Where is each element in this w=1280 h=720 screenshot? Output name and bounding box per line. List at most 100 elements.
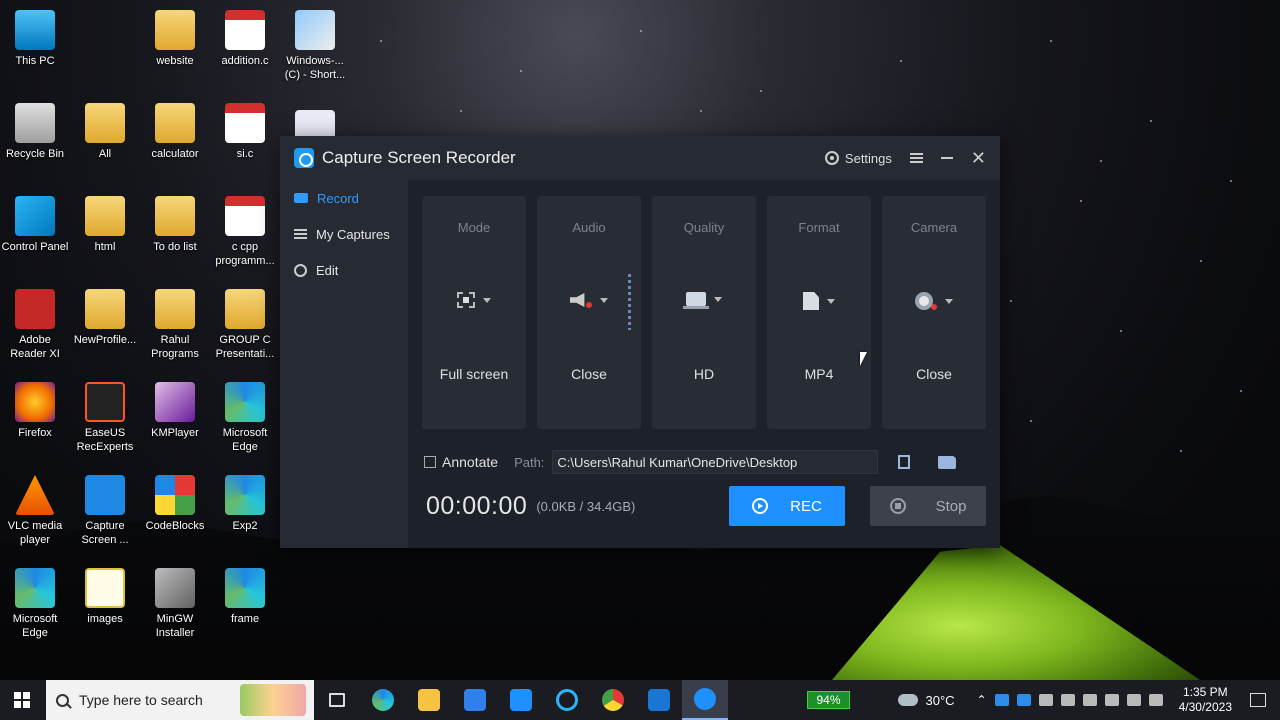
desktop-icon-this-pc[interactable]: This PC bbox=[0, 10, 70, 68]
wifi-icon[interactable] bbox=[1060, 694, 1075, 706]
task-view-button[interactable] bbox=[314, 680, 360, 720]
document-icon[interactable] bbox=[898, 455, 911, 469]
desktop-icon-calculator[interactable]: calculator bbox=[140, 103, 210, 161]
edge-icon bbox=[372, 689, 394, 711]
audio-card[interactable]: Audio Close bbox=[537, 196, 641, 429]
chevron-down-icon bbox=[483, 297, 491, 303]
desktop-icon-all[interactable]: All bbox=[70, 103, 140, 161]
taskbar-chrome[interactable] bbox=[590, 680, 636, 720]
taskbar-vscode[interactable] bbox=[636, 680, 682, 720]
desktop-icon-exp2[interactable]: Exp2 bbox=[210, 475, 280, 533]
taskbar-edge[interactable] bbox=[360, 680, 406, 720]
desktop-icon-mingw[interactable]: MinGW Installer bbox=[140, 568, 210, 640]
taskbar: Type here to search 94% 30°C ⌃ 1:35 PM 4… bbox=[0, 680, 1280, 720]
desktop-icon-images[interactable]: images bbox=[70, 568, 140, 626]
folder-icon bbox=[155, 289, 195, 329]
desktop-icon-codeblocks[interactable]: CodeBlocks bbox=[140, 475, 210, 533]
desktop-icon-recycle-bin[interactable]: Recycle Bin bbox=[0, 103, 70, 161]
codeblocks-icon bbox=[155, 475, 195, 515]
desktop-icon-partial[interactable] bbox=[280, 110, 350, 136]
pdf-file-icon bbox=[225, 196, 265, 236]
card-title: Quality bbox=[683, 220, 725, 235]
format-card[interactable]: Format MP4 bbox=[767, 196, 871, 429]
windows-start-icon[interactable] bbox=[14, 692, 30, 708]
card-value: Full screen bbox=[439, 366, 509, 382]
firefox-icon bbox=[15, 382, 55, 422]
volume-icon[interactable] bbox=[1148, 694, 1163, 706]
card-value: HD bbox=[693, 366, 715, 382]
folder-icon bbox=[85, 289, 125, 329]
document-icon bbox=[295, 110, 335, 136]
taskbar-file-explorer[interactable] bbox=[406, 680, 452, 720]
quality-card[interactable]: Quality HD bbox=[652, 196, 756, 429]
camera-card[interactable]: Camera Close bbox=[882, 196, 986, 429]
desktop-icon-group-c[interactable]: GROUP C Presentati... bbox=[210, 289, 280, 361]
audio-dropdown[interactable] bbox=[537, 292, 641, 308]
desktop-icon-easeus[interactable]: EaseUS RecExperts bbox=[70, 382, 140, 454]
tray-capture-icon[interactable] bbox=[1016, 694, 1031, 706]
app-title: Capture Screen Recorder bbox=[322, 148, 516, 167]
cloud-sun-icon[interactable] bbox=[897, 694, 918, 706]
tray-app-icon[interactable] bbox=[994, 694, 1009, 706]
video-camera-icon bbox=[294, 193, 308, 203]
desktop-icon-addition-c[interactable]: addition.c bbox=[210, 10, 280, 68]
desktop-icon-capture-screen[interactable]: Capture Screen ... bbox=[70, 475, 140, 547]
stop-button[interactable]: Stop bbox=[870, 486, 986, 526]
network-icon[interactable] bbox=[1082, 694, 1097, 706]
mode-dropdown[interactable] bbox=[422, 292, 526, 308]
mode-card[interactable]: Mode Full screen bbox=[422, 196, 526, 429]
desktop-icon-control-panel[interactable]: Control Panel bbox=[0, 196, 70, 254]
desktop-icon-si-c[interactable]: si.c bbox=[210, 103, 280, 161]
desktop-icon-vlc[interactable]: VLC media player bbox=[0, 475, 70, 547]
notification-icon[interactable] bbox=[1250, 693, 1266, 707]
battery-indicator[interactable]: 94% bbox=[807, 691, 850, 709]
microphone-icon[interactable] bbox=[1126, 694, 1141, 706]
taskbar-l-app[interactable] bbox=[498, 680, 544, 720]
nav-my-captures[interactable]: My Captures bbox=[280, 216, 408, 252]
chevron-up-icon[interactable]: ⌃ bbox=[977, 693, 987, 707]
desktop-icon-newprofile[interactable]: NewProfile... bbox=[70, 289, 140, 347]
open-folder-icon[interactable] bbox=[938, 455, 957, 469]
quality-dropdown[interactable] bbox=[652, 292, 756, 309]
camera-off-icon[interactable] bbox=[1104, 694, 1119, 706]
desktop-icon-html[interactable]: html bbox=[70, 196, 140, 254]
format-dropdown[interactable] bbox=[767, 292, 871, 310]
tray-battery-icon[interactable] bbox=[1038, 694, 1053, 706]
desktop-icon-frame[interactable]: frame bbox=[210, 568, 280, 626]
desktop-icon-windows-shortcut[interactable]: Windows-... (C) - Short... bbox=[280, 10, 350, 82]
system-tray: 94% 30°C ⌃ 1:35 PM 4/30/2023 bbox=[807, 680, 1280, 720]
desktop-icon-c-cpp[interactable]: c cpp programm... bbox=[210, 196, 280, 268]
title-bar[interactable]: Capture Screen Recorder Settings ✕ bbox=[280, 136, 1000, 180]
rec-button[interactable]: REC bbox=[729, 486, 845, 526]
card-value: MP4 bbox=[804, 366, 834, 382]
app-logo-icon bbox=[294, 148, 314, 168]
desktop-icon-rahul-programs[interactable]: Rahul Programs bbox=[140, 289, 210, 361]
folder-icon bbox=[155, 103, 195, 143]
desktop-icon-website[interactable]: website bbox=[140, 10, 210, 68]
close-icon[interactable]: ✕ bbox=[971, 149, 986, 167]
image-file-icon bbox=[85, 568, 125, 608]
chevron-down-icon bbox=[827, 298, 835, 304]
taskbar-capture-recorder[interactable] bbox=[682, 680, 728, 720]
settings-button[interactable]: Settings bbox=[824, 151, 892, 166]
folder-icon bbox=[85, 103, 125, 143]
desktop-icon-adobe-reader[interactable]: Adobe Reader XI bbox=[0, 289, 70, 361]
desktop-icon-edge[interactable]: Microsoft Edge bbox=[210, 382, 280, 454]
desktop-icon-edge-2[interactable]: Microsoft Edge bbox=[0, 568, 70, 640]
camera-dropdown[interactable] bbox=[882, 292, 986, 310]
desktop-icon-kmplayer[interactable]: KMPlayer bbox=[140, 382, 210, 440]
annotate-checkbox[interactable] bbox=[424, 456, 436, 468]
clock[interactable]: 1:35 PM 4/30/2023 bbox=[1179, 685, 1232, 715]
nav-record[interactable]: Record bbox=[280, 180, 408, 216]
nav-edit[interactable]: Edit bbox=[280, 252, 408, 288]
desktop-icon-to-do-list[interactable]: To do list bbox=[140, 196, 210, 254]
taskbar-mail[interactable] bbox=[452, 680, 498, 720]
weather-temperature[interactable]: 30°C bbox=[926, 693, 955, 708]
minimize-icon[interactable] bbox=[940, 157, 953, 159]
desktop-icon-firefox[interactable]: Firefox bbox=[0, 382, 70, 440]
taskbar-search[interactable]: Type here to search bbox=[46, 680, 314, 720]
taskbar-cortana[interactable] bbox=[544, 680, 590, 720]
menu-icon[interactable] bbox=[909, 153, 923, 163]
stop-icon bbox=[889, 498, 906, 514]
path-input[interactable] bbox=[552, 450, 879, 474]
